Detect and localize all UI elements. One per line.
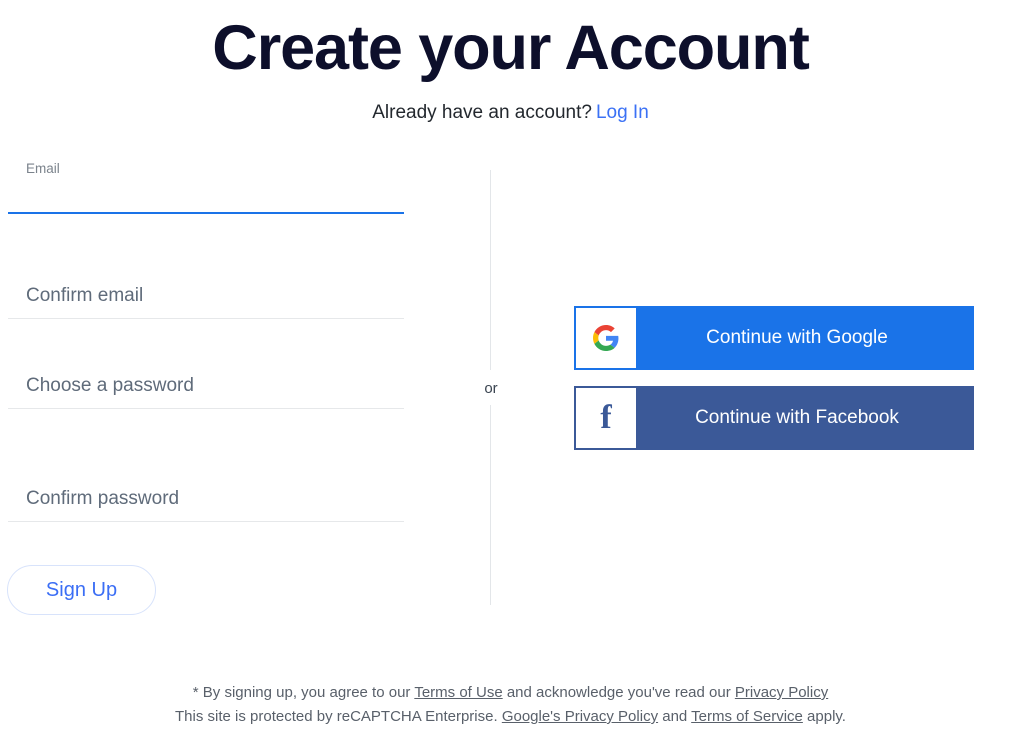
page-title: Create your Account (212, 13, 810, 83)
confirm-password-field[interactable]: Confirm password (8, 458, 404, 538)
email-input[interactable] (8, 162, 404, 212)
login-prompt: Already have an account? Log In (0, 100, 1021, 126)
google-g-icon (576, 308, 636, 368)
divider-line-top (490, 170, 491, 370)
legal-line2-prefix: This site is protected by reCAPTCHA Ente… (175, 708, 502, 725)
terms-of-use-link[interactable]: Terms of Use (414, 684, 502, 701)
sign-up-button[interactable]: Sign Up (7, 565, 156, 615)
password-field[interactable]: Choose a password (8, 345, 404, 425)
continue-with-google-button[interactable]: Continue with Google (574, 306, 974, 370)
confirm-email-field[interactable]: Confirm email (8, 255, 404, 335)
privacy-policy-link[interactable]: Privacy Policy (735, 684, 828, 701)
facebook-f-icon: f (576, 388, 636, 448)
divider-line-bottom (490, 405, 491, 605)
login-prompt-text: Already have an account? (372, 102, 592, 123)
legal-footer-line-2: This site is protected by reCAPTCHA Ente… (0, 705, 1021, 729)
email-field[interactable]: Email (8, 150, 404, 230)
confirm-email-input[interactable] (8, 267, 404, 317)
password-field-underline (8, 408, 404, 409)
confirm-password-field-underline (8, 521, 404, 522)
confirm-password-input[interactable] (8, 470, 404, 520)
legal-line1-prefix: * By signing up, you agree to our (192, 684, 415, 701)
legal-footer-line-1: * By signing up, you agree to our Terms … (0, 681, 1021, 705)
terms-of-service-link[interactable]: Terms of Service (691, 708, 803, 725)
google-privacy-policy-link[interactable]: Google's Privacy Policy (502, 708, 658, 725)
legal-footer: * By signing up, you agree to our Terms … (0, 681, 1021, 729)
continue-with-facebook-button[interactable]: f Continue with Facebook (574, 386, 974, 450)
legal-line2-middle: and (658, 708, 692, 725)
facebook-f-glyph: f (600, 399, 612, 436)
confirm-email-field-underline (8, 318, 404, 319)
continue-with-facebook-label: Continue with Facebook (695, 407, 899, 428)
legal-line1-middle: and acknowledge you've read our (502, 684, 735, 701)
password-input[interactable] (8, 357, 404, 407)
log-in-link[interactable]: Log In (596, 102, 649, 123)
email-field-underline (8, 212, 404, 214)
continue-with-google-label: Continue with Google (706, 327, 888, 348)
divider-or-label: or (484, 380, 498, 397)
legal-line2-suffix: apply. (802, 708, 846, 725)
